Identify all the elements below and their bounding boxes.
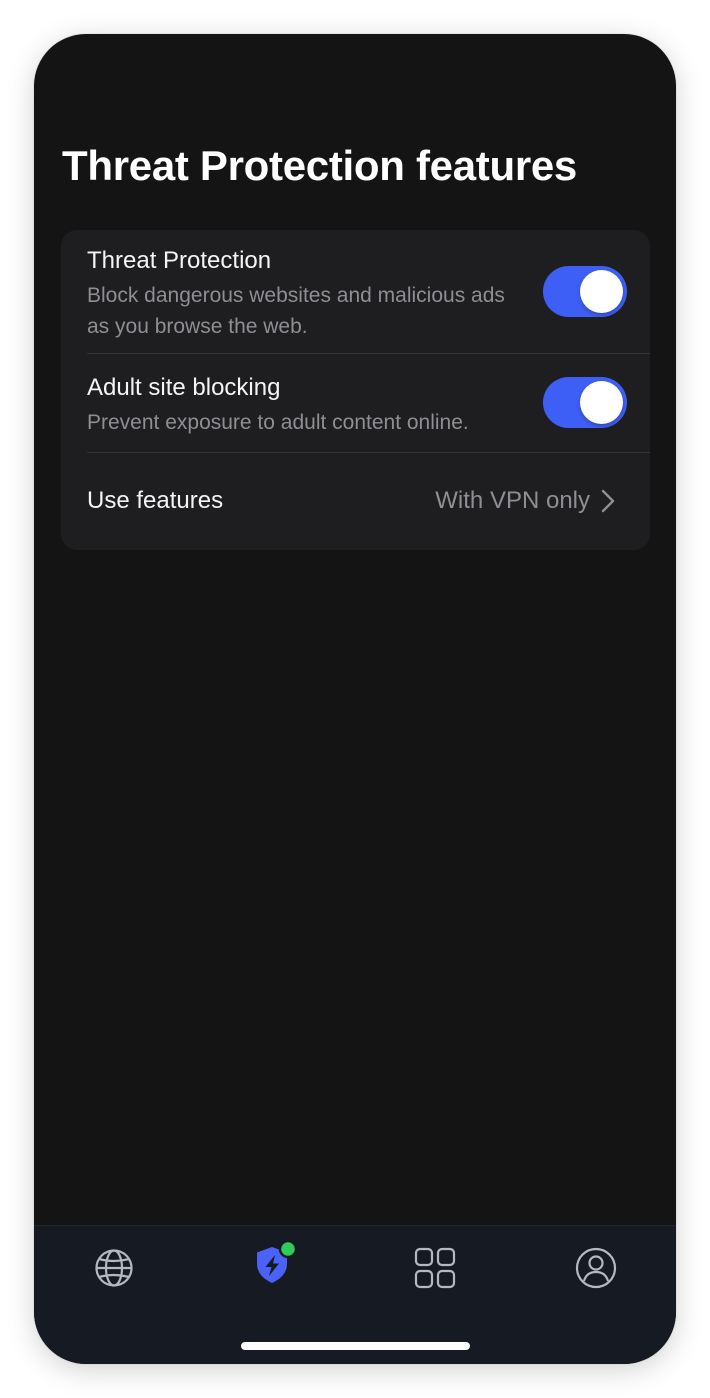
home-indicator: [241, 1342, 470, 1350]
grid-icon: [414, 1247, 456, 1289]
threat-protection-description: Block dangerous websites and malicious a…: [87, 284, 505, 338]
tab-globe[interactable]: [92, 1246, 136, 1290]
adult-site-blocking-title: Adult site blocking: [87, 374, 281, 401]
adult-site-blocking-row: Adult site blocking Prevent exposure to …: [61, 354, 650, 452]
threat-protection-title: Threat Protection: [87, 247, 272, 274]
page-title: Threat Protection features: [62, 142, 577, 189]
use-features-row[interactable]: Use features With VPN only: [61, 453, 650, 550]
globe-icon: [95, 1249, 133, 1287]
adult-site-blocking-toggle[interactable]: [543, 377, 627, 428]
tab-bar: [34, 1225, 676, 1364]
use-features-title: Use features: [87, 487, 224, 514]
toggle-knob: [580, 270, 623, 313]
chevron-right-icon: [601, 489, 615, 513]
tab-threat-protection[interactable]: [252, 1240, 298, 1290]
use-features-value: With VPN only: [435, 487, 590, 514]
adult-site-blocking-description: Prevent exposure to adult content online…: [87, 411, 469, 434]
threat-protection-row: Threat Protection Block dangerous websit…: [61, 230, 650, 353]
threat-protection-toggle[interactable]: [543, 266, 627, 317]
profile-icon: [575, 1247, 617, 1289]
tab-more[interactable]: [413, 1246, 457, 1290]
tab-profile[interactable]: [574, 1246, 618, 1290]
shield-bolt-icon: [257, 1240, 298, 1283]
settings-card: Threat Protection Block dangerous websit…: [61, 230, 650, 550]
phone-screen: Threat Protection features Threat Protec…: [34, 34, 676, 1364]
toggle-knob: [580, 381, 623, 424]
